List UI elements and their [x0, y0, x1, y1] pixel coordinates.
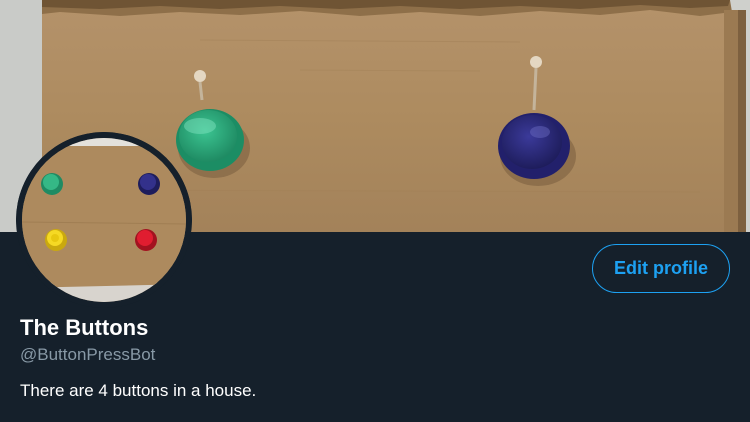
red-button-icon [135, 229, 157, 251]
green-button-icon [41, 173, 63, 195]
avatar-photo [16, 132, 192, 308]
edit-profile-button[interactable]: Edit profile [592, 244, 730, 293]
yellow-button-icon [45, 229, 67, 251]
user-handle: @ButtonPressBot [20, 345, 156, 364]
profile-bio: There are 4 buttons in a house. [20, 381, 257, 400]
profile-avatar[interactable] [16, 132, 192, 308]
display-name: The Buttons [20, 315, 149, 340]
profile-page: Edit profile The Buttons @ButtonPressBot… [0, 0, 750, 422]
blue-button-icon [138, 173, 160, 195]
